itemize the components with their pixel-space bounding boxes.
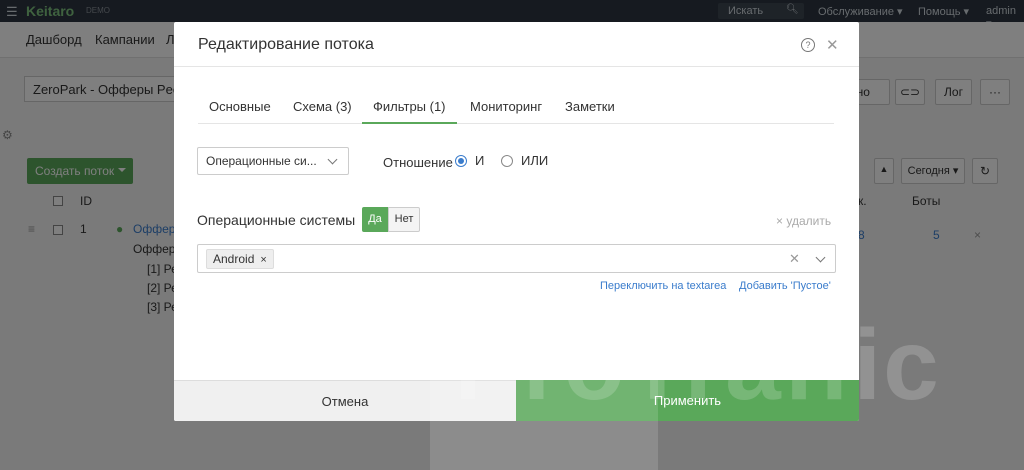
cancel-button[interactable]: Отмена	[174, 380, 516, 421]
chevron-down-icon[interactable]	[815, 252, 826, 263]
clear-values-icon[interactable]: ✕	[789, 251, 800, 267]
tab-notes[interactable]: Заметки	[565, 99, 615, 124]
relation-and-radio[interactable]	[455, 155, 467, 167]
close-icon[interactable]: ✕	[826, 36, 839, 54]
include-no-button[interactable]: Нет	[388, 207, 420, 232]
filter-type-value: Операционные си...	[206, 154, 317, 168]
switch-to-textarea-link[interactable]: Переключить на textarea	[600, 280, 726, 292]
remove-filter-link[interactable]: × удалить	[776, 214, 831, 228]
filter-name-label: Операционные системы	[197, 212, 356, 228]
relation-or-label[interactable]: ИЛИ	[521, 153, 548, 168]
filter-type-select[interactable]: Операционные си...	[197, 147, 349, 175]
tab-filters[interactable]: Фильтры (1)	[362, 99, 457, 124]
filter-values-input[interactable]: Android × ✕	[197, 244, 836, 273]
tag-remove-icon[interactable]: ×	[260, 254, 266, 266]
modal-title: Редактирование потока	[198, 36, 374, 53]
apply-button[interactable]: Применить	[516, 380, 859, 421]
tab-basic[interactable]: Основные	[209, 99, 271, 124]
relation-label: Отношение	[383, 155, 453, 170]
add-empty-link[interactable]: Добавить 'Пустое'	[739, 280, 831, 292]
value-tag: Android ×	[206, 249, 274, 269]
relation-and-label[interactable]: И	[475, 153, 484, 168]
help-icon[interactable]: ?	[801, 38, 815, 52]
edit-flow-modal: Редактирование потока ? ✕ Основные Схема…	[174, 22, 859, 421]
tab-monitoring[interactable]: Мониторинг	[470, 99, 542, 124]
value-tag-label: Android	[213, 252, 255, 266]
modal-tabs: Основные Схема (3) Фильтры (1) Мониторин…	[198, 97, 834, 124]
include-yes-button[interactable]: Да	[362, 207, 388, 232]
relation-or-radio[interactable]	[501, 155, 513, 167]
modal-header: Редактирование потока ? ✕	[174, 22, 859, 67]
tab-schema[interactable]: Схема (3)	[293, 99, 352, 124]
